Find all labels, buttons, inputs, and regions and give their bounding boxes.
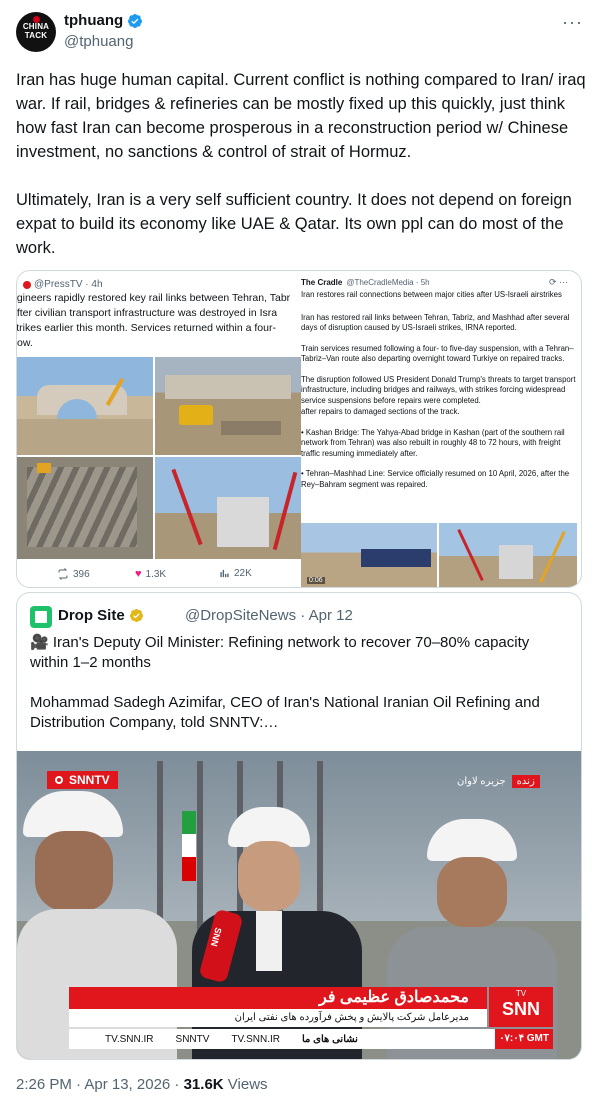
attached-image[interactable]: @PressTV · 4h ngineers rapidly restored … [16, 270, 582, 588]
views-stat: 22K [219, 568, 252, 579]
retweet-count: 396 [73, 568, 90, 580]
video-duration: 0:06 [307, 577, 325, 584]
author-name-row[interactable]: tphuang [64, 12, 143, 29]
quoted-author-row[interactable]: Drop Site [58, 607, 144, 624]
author-name[interactable]: tphuang [64, 12, 123, 29]
snn-logo-sub: TV [515, 989, 527, 998]
record-icon [55, 776, 63, 784]
photo-loader-site [155, 357, 301, 455]
retweet-icon [58, 568, 68, 580]
like-count: 1.3K [145, 568, 167, 580]
presstv-handle: @PressTV · 4h [34, 279, 103, 290]
views-icon [220, 569, 229, 578]
snn-logo-text: SNN [501, 999, 540, 1019]
photo-bridge-construction [17, 357, 153, 455]
avatar-logo-text: CHINA TACK [22, 22, 50, 40]
cradle-screenshot: The Cradle @TheCradleMedia · 5h ⟳ ··· Ir… [301, 271, 581, 587]
photo-train: 0:06 [301, 523, 437, 587]
clock: ۰۷:۰۴ GMT [495, 1029, 553, 1049]
photo-workers-tracks [17, 457, 153, 559]
cradle-paragraph: • Tehran–Mashhad Line: Service officiall… [301, 469, 570, 489]
retweet-stat: 396 [57, 568, 90, 580]
cradle-handle: @TheCradleMedia · 5h [346, 278, 430, 287]
mic-label: SNN [208, 926, 224, 948]
live-label: زنده [511, 775, 540, 788]
cradle-paragraph: after repairs to damaged sections of the… [301, 407, 460, 416]
cradle-paragraph: • Kashan Bridge: The Yahya-Abad bridge i… [301, 427, 565, 458]
presstv-text-line: ngineers rapidly restored key rail links… [17, 292, 291, 304]
cradle-title: Iran restores rail connections between m… [301, 290, 562, 299]
website-link: TV.SNN.IR [231, 1033, 280, 1045]
quoted-headline: 🎥 Iran's Deputy Oil Minister: Refining n… [30, 634, 530, 671]
presstv-text-line: ow. [17, 337, 33, 349]
tweet-meta: 2:26 PM · Apr 13, 2026 · 31.6K Views [16, 1076, 268, 1093]
quoted-author-name[interactable]: Drop Site [58, 607, 125, 624]
live-location-badge: جزیره لاوان زنده [457, 775, 540, 788]
dropsite-avatar[interactable] [30, 606, 52, 628]
author-handle[interactable]: @tphuang [64, 33, 133, 50]
heart-icon: ♥ [135, 568, 142, 580]
more-options-icon[interactable]: ··· [562, 12, 583, 33]
cradle-paragraph: Iran has restored rail links between Teh… [301, 312, 570, 333]
quoted-handle-date[interactable]: @DropSiteNews · Apr 12 [185, 607, 353, 624]
channel-badge: SNNTV [47, 771, 118, 789]
presstv-text-line: after civilian transport infrastructure … [17, 307, 278, 319]
telegram-handle: SNNTV [175, 1033, 210, 1045]
views-total: 31.6K [183, 1076, 224, 1093]
location-label: جزیره لاوان [457, 776, 506, 787]
timestamp[interactable]: 2:26 PM · Apr 13, 2026 · [16, 1076, 184, 1093]
avatar[interactable]: CHINA TACK [16, 12, 56, 52]
lower-third-name: محمدصادق عظیمی فر [69, 987, 487, 1009]
lower-third-title: مدیرعامل شرکت پالایش و پخش فرآورده های ن… [69, 1009, 487, 1027]
presstv-screenshot: @PressTV · 4h ngineers rapidly restored … [17, 271, 301, 587]
cradle-paragraph: The disruption followed US President Don… [301, 374, 576, 405]
cradle-name: The Cradle [301, 278, 343, 287]
photo-bridge-crane [155, 457, 301, 559]
views-count: 22K [234, 568, 252, 579]
verified-badge-icon [128, 13, 143, 28]
like-stat: ♥ 1.3K [135, 568, 166, 580]
instagram-handle: TV.SNN.IR [105, 1033, 154, 1045]
tweet-text-paragraph-1: Iran has huge human capital. Current con… [16, 71, 586, 161]
snn-logo: TV SNN [489, 987, 553, 1027]
our-addresses: نشانی های ما [301, 1033, 358, 1045]
video-player[interactable]: SNN SNNTV جزیره لاوان زنده محمدصادق عظیم… [17, 751, 581, 1059]
social-bar: TV.SNN.IR SNNTV TV.SNN.IR نشانی های ما ۰… [69, 1029, 553, 1049]
gold-verified-badge-icon [129, 608, 143, 623]
presstv-logo-icon [23, 281, 31, 289]
tweet-text-paragraph-2: Ultimately, Iran is a very self sufficie… [16, 191, 572, 257]
photo-crane-bridge [439, 523, 577, 587]
grok-icon: ⟳ ··· [549, 277, 569, 287]
channel-name: SNNTV [69, 773, 110, 787]
quoted-body: Mohammad Sadegh Azimifar, CEO of Iran's … [30, 694, 540, 731]
presstv-text-line: strikes earlier this month. Services ret… [17, 322, 276, 334]
cradle-paragraph: Train services resumed following a four-… [301, 343, 574, 364]
views-label: Views [223, 1076, 268, 1093]
quoted-tweet[interactable]: Drop Site @DropSiteNews · Apr 12 🎥 Iran'… [16, 592, 582, 1060]
